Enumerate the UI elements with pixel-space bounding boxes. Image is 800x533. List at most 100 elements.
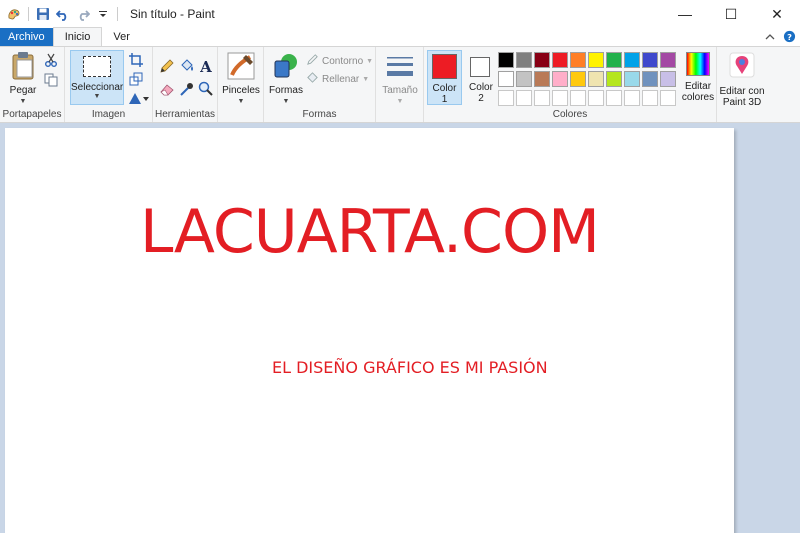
color1-label-line2: 1 [441,94,448,105]
select-button[interactable]: Seleccionar ▼ [70,50,124,105]
window-title: Sin título - Paint [130,7,215,21]
color-swatch[interactable] [660,71,676,87]
redo-icon[interactable] [73,4,93,24]
collapse-ribbon-icon[interactable] [765,32,775,44]
minimize-button[interactable]: — [662,0,708,28]
dropdown-caret-icon: ▼ [366,57,374,65]
paint3d-label-line1: Editar con [719,86,765,97]
custom-color-slot[interactable] [534,90,550,106]
color-swatch[interactable] [606,52,622,68]
color-swatch[interactable] [552,71,568,87]
dropdown-caret-icon: ▼ [93,93,101,100]
custom-color-slot[interactable] [552,90,568,106]
color-swatch[interactable] [498,52,514,68]
color-swatch[interactable] [552,52,568,68]
pencil-icon[interactable] [158,57,176,75]
fill-icon [306,71,319,87]
tab-home[interactable]: Inicio [52,27,103,46]
custom-color-slot[interactable] [570,90,586,106]
group-tools: A Herramientas [153,47,218,122]
dropdown-caret-icon: ▼ [19,98,27,105]
custom-color-slot[interactable] [660,90,676,106]
outline-label: Contorno [322,55,364,67]
size-button[interactable]: Tamaño ▼ [380,50,420,107]
color-swatch[interactable] [570,71,586,87]
outline-button[interactable]: Contorno ▼ [306,53,373,69]
tab-view[interactable]: Ver [102,28,141,46]
maximize-button[interactable]: ☐ [708,0,754,28]
color2-button[interactable]: Color 2 [464,50,498,105]
close-button[interactable]: ✕ [754,0,800,28]
custom-color-slot[interactable] [624,90,640,106]
color-swatch[interactable] [588,71,604,87]
edit-colors-label-line2: colores [681,92,715,103]
cut-icon[interactable] [42,51,60,69]
brushes-button[interactable]: Pinceles ▼ [220,50,262,107]
ribbon-controls: ? [765,30,796,46]
custom-color-slot[interactable] [588,90,604,106]
edit-colors-button[interactable]: Editar colores [680,50,716,103]
outline-pen-icon [306,53,319,69]
resize-icon[interactable] [127,70,145,88]
workspace: LACUARTA.COM EL DISEÑO GRÁFICO ES MI PAS… [0,123,800,533]
custom-color-slot[interactable] [516,90,532,106]
color-swatch[interactable] [498,71,514,87]
title-bar: Sin título - Paint — ☐ ✕ [0,0,800,28]
size-label: Tamaño [382,85,418,96]
help-icon[interactable]: ? [783,30,796,46]
text-tool-icon[interactable]: A [197,57,215,75]
color-picker-icon[interactable] [178,80,196,98]
customize-quick-access-icon[interactable] [93,4,113,24]
color1-label: Color 1 [428,83,461,105]
ribbon: Pegar ▼ Portapapeles Seleccionar ▼ Image… [0,46,800,123]
brushes-label: Pinceles [222,85,260,96]
custom-color-slot[interactable] [498,90,514,106]
color-swatch[interactable] [516,71,532,87]
color-swatch[interactable] [606,71,622,87]
color-swatch[interactable] [624,71,640,87]
copy-icon[interactable] [42,71,60,89]
color1-label-line1: Color [432,83,457,94]
dropdown-caret-icon: ▼ [396,98,404,105]
save-icon[interactable] [33,4,53,24]
color-swatch[interactable] [516,52,532,68]
magnifier-icon[interactable] [197,80,215,98]
eraser-icon[interactable] [158,80,176,98]
fill-bucket-icon[interactable] [178,57,196,75]
color-swatch[interactable] [660,52,676,68]
tab-file[interactable]: Archivo [0,28,53,46]
clipboard-icon [7,50,39,82]
color-swatch[interactable] [624,52,640,68]
drawing-canvas[interactable]: LACUARTA.COM EL DISEÑO GRÁFICO ES MI PAS… [5,128,734,533]
group-label-colors: Colores [552,109,588,120]
edit-colors-label-line1: Editar [684,81,712,92]
color-swatch[interactable] [570,52,586,68]
paste-label: Pegar [9,85,37,96]
canvas-title-text: LACUARTA.COM [140,197,600,267]
color-swatch[interactable] [534,52,550,68]
color-swatch[interactable] [534,71,550,87]
paste-button[interactable]: Pegar ▼ [4,50,42,107]
edit-with-paint3d-button[interactable]: Editar con Paint 3D [717,50,767,108]
undo-icon[interactable] [53,4,73,24]
color2-swatch [470,57,490,77]
group-paint3d: Editar con Paint 3D [717,47,769,122]
group-label-clipboard: Portapapeles [2,109,62,120]
color-swatch[interactable] [642,71,658,87]
color1-button[interactable]: Color 1 [427,50,462,105]
color-swatch[interactable] [588,52,604,68]
dropdown-caret-icon: ▼ [282,98,290,105]
color-swatch[interactable] [642,52,658,68]
custom-color-slot[interactable] [606,90,622,106]
dropdown-caret-icon: ▼ [362,75,370,83]
rotate-icon[interactable] [127,89,151,107]
paint3d-label-line2: Paint 3D [722,97,762,108]
custom-color-slot[interactable] [642,90,658,106]
group-label-image: Imagen [91,109,126,120]
ribbon-tabs: Archivo Inicio Ver ? [0,27,800,46]
paint-app-icon[interactable] [4,4,24,24]
fill-button[interactable]: Rellenar ▼ [306,71,369,87]
crop-icon[interactable] [127,51,145,69]
dropdown-caret-icon: ▼ [237,98,245,105]
shapes-button[interactable]: Formas ▼ [268,50,304,107]
